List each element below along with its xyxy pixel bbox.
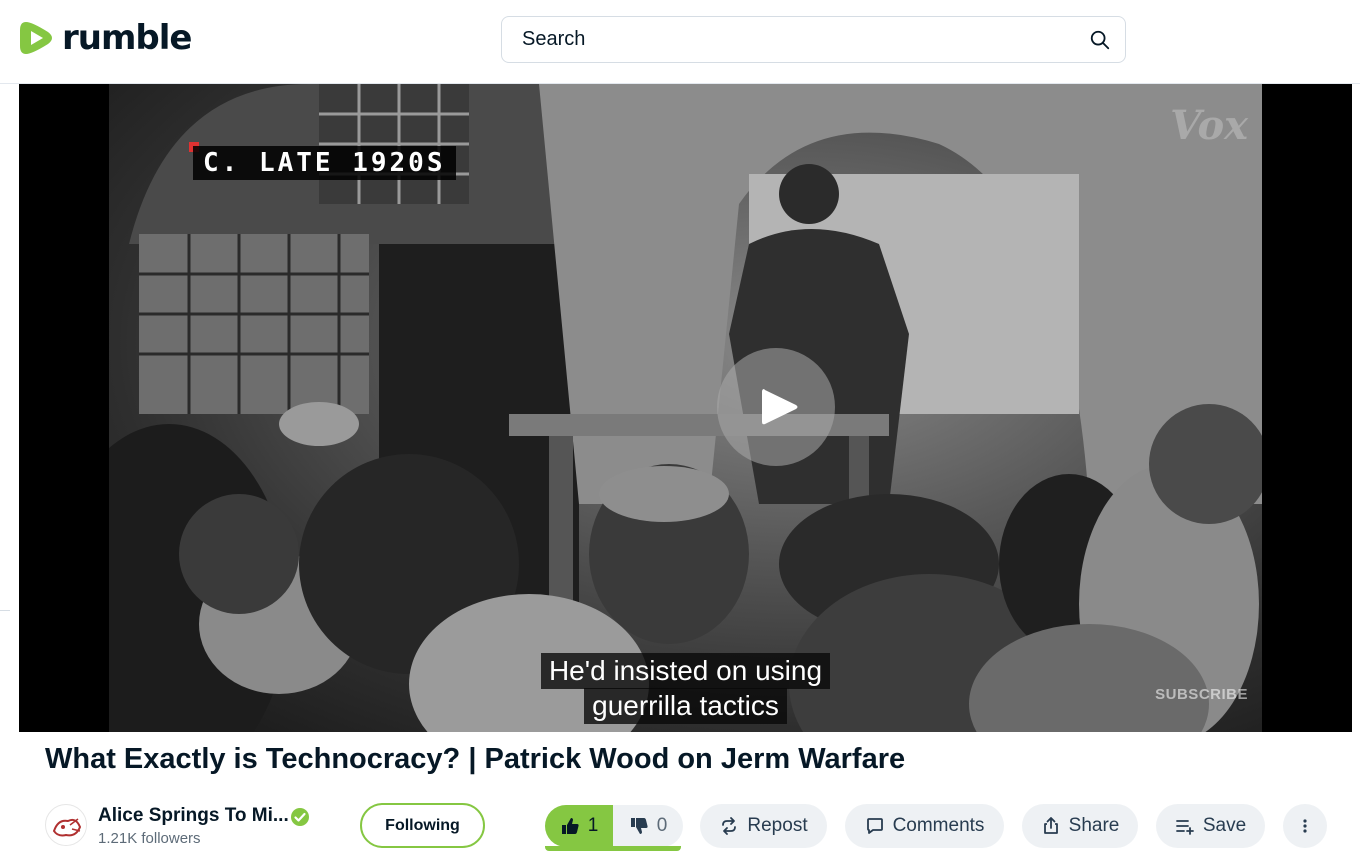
site-header: rumble <box>0 0 1360 84</box>
rumble-logo-icon <box>20 22 52 54</box>
share-label: Share <box>1068 815 1120 836</box>
share-icon <box>1043 817 1058 834</box>
video-still-image <box>109 84 1262 732</box>
channel-avatar-image <box>47 806 86 845</box>
logo-text: rumble <box>62 18 192 58</box>
play-icon <box>762 389 798 425</box>
more-vertical-icon <box>1303 819 1307 833</box>
video-frame[interactable]: C. LATE 1920S Vox SUBSCRIBE He'd insiste… <box>109 84 1262 732</box>
repost-label: Repost <box>747 815 808 836</box>
video-title: What Exactly is Technocracy? | Patrick W… <box>45 743 906 775</box>
caption-line-1: He'd insisted on using <box>109 653 1262 689</box>
date-overlay: C. LATE 1920S <box>193 146 456 180</box>
downvote-count: 0 <box>656 815 668 836</box>
verified-badge-icon <box>291 808 309 826</box>
comments-label: Comments <box>892 815 985 836</box>
thumbs-up-icon <box>561 818 579 834</box>
caption-text-2: guerrilla tactics <box>584 688 787 724</box>
following-button[interactable]: Following <box>360 803 485 848</box>
save-to-playlist-icon <box>1175 820 1194 835</box>
play-button[interactable] <box>717 348 835 466</box>
caption-text-1: He'd insisted on using <box>540 653 831 689</box>
upvote-count: 1 <box>587 815 599 836</box>
save-label: Save <box>1202 815 1247 836</box>
channel-name[interactable]: Alice Springs To Mi... <box>98 805 289 827</box>
rumble-logo[interactable]: rumble <box>18 18 192 58</box>
channel-avatar[interactable] <box>45 804 87 846</box>
thumbs-down-icon <box>630 818 648 834</box>
repost-icon <box>722 817 737 835</box>
search-box[interactable] <box>501 16 1126 63</box>
caption-line-2: guerrilla tactics <box>109 688 1262 724</box>
search-input[interactable] <box>522 28 1089 51</box>
vox-watermark: Vox <box>1170 102 1248 149</box>
comment-icon <box>866 818 883 834</box>
side-divider <box>0 610 10 611</box>
follower-count: 1.21K followers <box>98 830 201 847</box>
comments-button[interactable]: Comments <box>845 804 1004 848</box>
repost-button[interactable]: Repost <box>700 804 827 848</box>
save-button[interactable]: Save <box>1156 804 1265 848</box>
vote-control: 1 0 <box>545 805 683 847</box>
search-icon[interactable] <box>1089 29 1111 51</box>
vote-ratio-bar <box>545 846 681 851</box>
share-button[interactable]: Share <box>1022 804 1138 848</box>
video-player[interactable]: C. LATE 1920S Vox SUBSCRIBE He'd insiste… <box>19 84 1352 732</box>
more-options-button[interactable] <box>1283 804 1327 848</box>
upvote-button[interactable]: 1 <box>545 805 613 847</box>
channel-info[interactable]: Alice Springs To Mi... 1.21K followers <box>45 802 345 850</box>
downvote-button[interactable]: 0 <box>613 805 683 847</box>
